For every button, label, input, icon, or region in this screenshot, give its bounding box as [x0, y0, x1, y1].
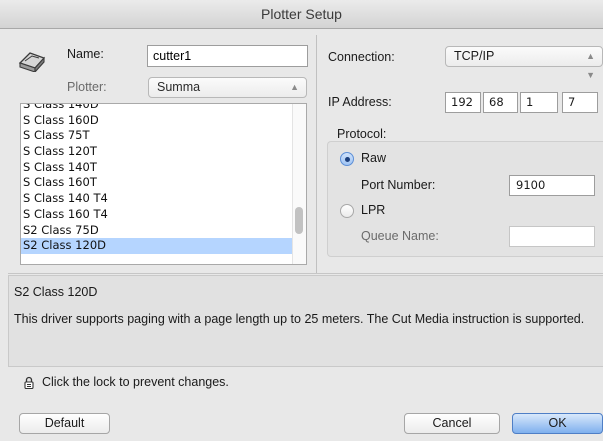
list-item[interactable]: S Class 120T: [21, 144, 306, 160]
list-item[interactable]: S Class 160 T4: [21, 207, 306, 223]
queue-name-field[interactable]: [509, 226, 595, 247]
description-title: S2 Class 120D: [14, 285, 98, 299]
lpr-label: LPR: [361, 203, 386, 217]
plotter-label: Plotter:: [67, 80, 107, 94]
column-divider: [316, 35, 317, 273]
up-down-arrows-icon: ▲▼: [586, 51, 595, 80]
name-label: Name:: [67, 47, 104, 61]
name-field[interactable]: [147, 45, 308, 67]
list-item[interactable]: S Class 140 T4: [21, 191, 306, 207]
ip-octet-1[interactable]: 192: [445, 92, 481, 113]
scrollbar-thumb[interactable]: [295, 207, 303, 234]
queue-name-label: Queue Name:: [361, 229, 439, 243]
description-text: This driver supports paging with a page …: [14, 312, 585, 326]
list-item[interactable]: S Class 140D: [21, 104, 306, 113]
raw-label: Raw: [361, 151, 387, 165]
title-bar: Plotter Setup: [0, 0, 603, 29]
cancel-button[interactable]: Cancel: [404, 413, 500, 434]
lpr-radio[interactable]: [340, 204, 354, 218]
plotter-popup[interactable]: Summa ▲▼: [148, 77, 307, 111]
ip-octet-3[interactable]: 1: [520, 92, 558, 113]
ok-button[interactable]: OK: [512, 413, 603, 434]
list-item[interactable]: S2 Class 75D: [21, 223, 306, 239]
list-item[interactable]: S Class 160T: [21, 175, 306, 191]
window-title: Plotter Setup: [261, 6, 342, 22]
list-scrollbar[interactable]: [292, 104, 306, 264]
raw-radio[interactable]: [340, 152, 354, 166]
default-button[interactable]: Default: [19, 413, 110, 434]
port-number-field[interactable]: 9100: [509, 175, 595, 196]
connection-popup[interactable]: TCP/IP ▲ ▼: [445, 46, 603, 80]
lock-icon[interactable]: [24, 376, 34, 389]
plotter-setup-dialog: Name: Plotter: Summa ▲▼ S Class 140DS Cl…: [0, 29, 603, 441]
plotter-model-list[interactable]: S Class 140D S Class 160D S Class 75T S Cla…: [20, 103, 307, 265]
plotter-popup-value: Summa: [157, 80, 201, 94]
ip-address-label: IP Address:: [328, 95, 392, 109]
ip-octet-4[interactable]: 7: [562, 92, 598, 113]
list-item[interactable]: S Class 160D: [21, 113, 306, 129]
list-item[interactable]: S2 Class 120D: [21, 238, 306, 254]
list-item[interactable]: S Class 75T: [21, 128, 306, 144]
port-number-label: Port Number:: [361, 178, 436, 192]
protocol-label: Protocol:: [337, 127, 387, 141]
plotter-icon: [18, 52, 46, 72]
ip-octet-2[interactable]: 68: [483, 92, 518, 113]
connection-popup-value: TCP/IP: [454, 49, 495, 63]
section-divider: [8, 273, 603, 274]
connection-label: Connection:: [328, 50, 395, 64]
list-item[interactable]: S Class 140T: [21, 160, 306, 176]
lock-message: Click the lock to prevent changes.: [42, 375, 229, 389]
